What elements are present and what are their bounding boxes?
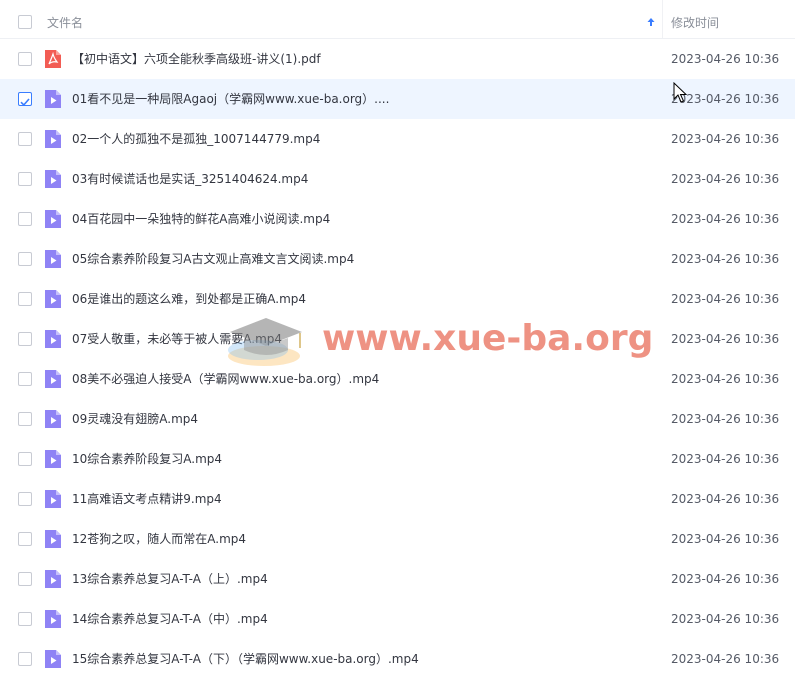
column-header-name[interactable]: 文件名 <box>47 15 83 31</box>
file-row[interactable]: 02一个人的孤独不是孤独_1007144779.mp4 2023-04-26 10… <box>0 119 795 159</box>
row-checkbox[interactable] <box>18 572 32 586</box>
row-checkbox[interactable] <box>18 532 32 546</box>
video-file-icon <box>45 490 61 508</box>
file-row[interactable]: 11高难语文考点精讲9.mp4 2023-04-26 10:36 <box>0 479 795 519</box>
file-modified-time: 2023-04-26 10:36 <box>671 332 780 346</box>
file-row[interactable]: 05综合素养阶段复习A古文观止高难文言文阅读.mp4 2023-04-26 10:… <box>0 239 795 279</box>
row-checkbox[interactable] <box>18 52 32 66</box>
row-checkbox[interactable] <box>18 172 32 186</box>
video-file-icon <box>45 170 61 188</box>
file-modified-time: 2023-04-26 10:36 <box>671 212 780 226</box>
mouse-cursor-icon <box>673 82 687 103</box>
file-modified-time: 2023-04-26 10:36 <box>671 612 780 626</box>
video-file-icon <box>45 370 61 388</box>
file-row[interactable]: 08美不必强迫人接受A（学霸网www.xue-ba.org）.mp4 2023-0… <box>0 359 795 399</box>
file-row[interactable]: 09灵魂没有翅膀A.mp4 2023-04-26 10:36 <box>0 399 795 439</box>
file-modified-time: 2023-04-26 10:36 <box>671 292 780 306</box>
file-name[interactable]: 02一个人的孤独不是孤独_1007144779.mp4 <box>72 131 320 147</box>
file-name[interactable]: 07受人敬重，未必等于被人需要A.mp4 <box>72 331 282 347</box>
video-file-icon <box>45 410 61 428</box>
file-name[interactable]: 10综合素养阶段复习A.mp4 <box>72 451 222 467</box>
video-file-icon <box>45 450 61 468</box>
checkmark-icon <box>20 98 30 107</box>
file-name[interactable]: 11高难语文考点精讲9.mp4 <box>72 491 222 507</box>
file-list-header: 文件名 修改时间 <box>0 0 795 39</box>
file-name[interactable]: 05综合素养阶段复习A古文观止高难文言文阅读.mp4 <box>72 251 354 267</box>
file-row[interactable]: 12苍狗之叹，随人而常在A.mp4 2023-04-26 10:36 <box>0 519 795 559</box>
file-row[interactable]: 13综合素养总复习A-T-A（上）.mp4 2023-04-26 10:36 <box>0 559 795 599</box>
file-name[interactable]: 06是谁出的题这么难，到处都是正确A.mp4 <box>72 291 306 307</box>
video-file-icon <box>45 570 61 588</box>
select-all-checkbox[interactable] <box>18 15 32 29</box>
video-file-icon <box>45 650 61 668</box>
column-header-time[interactable]: 修改时间 <box>671 15 719 31</box>
row-checkbox[interactable] <box>18 332 32 346</box>
video-file-icon <box>45 530 61 548</box>
row-checkbox-checked[interactable] <box>18 92 32 107</box>
file-modified-time: 2023-04-26 10:36 <box>671 172 780 186</box>
file-modified-time: 2023-04-26 10:36 <box>671 572 780 586</box>
file-row[interactable]: 10综合素养阶段复习A.mp4 2023-04-26 10:36 <box>0 439 795 479</box>
file-modified-time: 2023-04-26 10:36 <box>671 92 780 106</box>
file-name[interactable]: 【初中语文】六项全能秋季高级班-讲义(1).pdf <box>72 51 321 67</box>
file-name[interactable]: 13综合素养总复习A-T-A（上）.mp4 <box>72 571 268 587</box>
file-row[interactable]: 【初中语文】六项全能秋季高级班-讲义(1).pdf 2023-04-26 10:3… <box>0 39 795 79</box>
video-file-icon <box>45 130 61 148</box>
file-name[interactable]: 14综合素养总复习A-T-A（中）.mp4 <box>72 611 268 627</box>
file-name[interactable]: 03有时候谎话也是实话_3251404624.mp4 <box>72 171 308 187</box>
video-file-icon <box>45 250 61 268</box>
file-modified-time: 2023-04-26 10:36 <box>671 412 780 426</box>
file-name[interactable]: 04百花园中一朵独特的鲜花A高难小说阅读.mp4 <box>72 211 330 227</box>
video-file-icon <box>45 290 61 308</box>
row-checkbox[interactable] <box>18 412 32 426</box>
file-row[interactable]: 06是谁出的题这么难，到处都是正确A.mp4 2023-04-26 10:36 <box>0 279 795 319</box>
file-list: 文件名 修改时间 【初中语文】六项全能秋季高级班-讲义(1).pdf 2023-0… <box>0 0 795 679</box>
column-divider[interactable] <box>662 0 663 38</box>
sort-ascending-icon[interactable] <box>646 14 656 30</box>
file-name[interactable]: 08美不必强迫人接受A（学霸网www.xue-ba.org）.mp4 <box>72 371 379 387</box>
file-row[interactable]: 15综合素养总复习A-T-A（下）（学霸网www.xue-ba.org）.mp4… <box>0 639 795 679</box>
row-checkbox[interactable] <box>18 132 32 146</box>
video-file-icon <box>45 330 61 348</box>
file-name[interactable]: 12苍狗之叹，随人而常在A.mp4 <box>72 531 246 547</box>
row-checkbox[interactable] <box>18 652 32 666</box>
row-checkbox[interactable] <box>18 292 32 306</box>
file-row[interactable]: 14综合素养总复习A-T-A（中）.mp4 2023-04-26 10:36 <box>0 599 795 639</box>
file-modified-time: 2023-04-26 10:36 <box>671 372 780 386</box>
file-name[interactable]: 09灵魂没有翅膀A.mp4 <box>72 411 198 427</box>
file-modified-time: 2023-04-26 10:36 <box>671 132 780 146</box>
row-checkbox[interactable] <box>18 212 32 226</box>
file-row[interactable]: 03有时候谎话也是实话_3251404624.mp4 2023-04-26 10:… <box>0 159 795 199</box>
row-checkbox[interactable] <box>18 372 32 386</box>
pdf-file-icon <box>45 50 61 68</box>
file-modified-time: 2023-04-26 10:36 <box>671 492 780 506</box>
row-checkbox[interactable] <box>18 452 32 466</box>
file-modified-time: 2023-04-26 10:36 <box>671 532 780 546</box>
row-checkbox[interactable] <box>18 252 32 266</box>
file-row[interactable]: 07受人敬重，未必等于被人需要A.mp4 2023-04-26 10:36 <box>0 319 795 359</box>
row-checkbox[interactable] <box>18 492 32 506</box>
file-modified-time: 2023-04-26 10:36 <box>671 252 780 266</box>
video-file-icon <box>45 210 61 228</box>
file-name[interactable]: 01看不见是一种局限Agaoj（学霸网www.xue-ba.org）.... <box>72 91 389 107</box>
file-name[interactable]: 15综合素养总复习A-T-A（下）（学霸网www.xue-ba.org）.mp4 <box>72 651 419 667</box>
file-modified-time: 2023-04-26 10:36 <box>671 452 780 466</box>
file-modified-time: 2023-04-26 10:36 <box>671 652 780 666</box>
video-file-icon <box>45 610 61 628</box>
video-file-icon <box>45 90 61 108</box>
row-checkbox[interactable] <box>18 612 32 626</box>
file-modified-time: 2023-04-26 10:36 <box>671 52 780 66</box>
file-row[interactable]: 04百花园中一朵独特的鲜花A高难小说阅读.mp4 2023-04-26 10:36 <box>0 199 795 239</box>
